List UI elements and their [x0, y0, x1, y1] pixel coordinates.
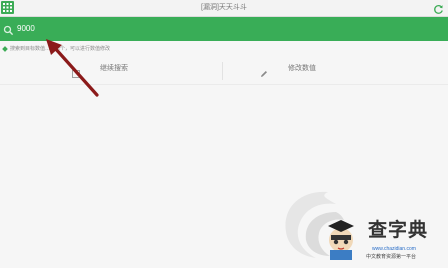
- watermark-url: www.chazidian.com: [372, 246, 416, 252]
- watermark-logo-text: 查字典: [368, 220, 429, 241]
- watermark-tagline: 中文教育资源第一平台: [366, 254, 417, 260]
- watermark-swirl-icon: [285, 191, 354, 260]
